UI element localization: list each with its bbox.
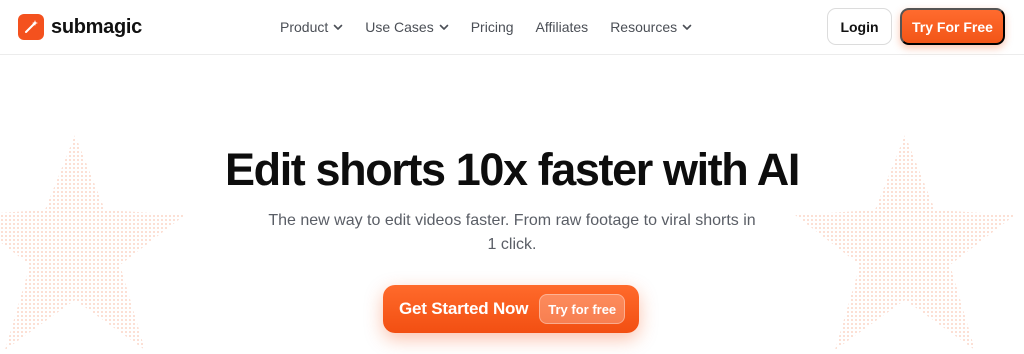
brand-logo[interactable]: submagic <box>18 14 142 40</box>
nav-item-label: Pricing <box>470 19 514 35</box>
magic-wand-icon <box>18 14 44 40</box>
nav-item-pricing[interactable]: Pricing <box>471 19 514 35</box>
nav-item-affiliates[interactable]: Affiliates <box>536 19 589 35</box>
nav-item-label: Affiliates <box>535 19 589 35</box>
login-button[interactable]: Login <box>827 8 892 45</box>
try-free-badge: Try for free <box>539 294 626 324</box>
try-for-free-button[interactable]: Try For Free <box>900 8 1005 45</box>
nav-item-label: Use Cases <box>365 19 434 35</box>
main-menu: Product Use Cases Pricing Affiliates Res… <box>280 0 714 54</box>
hero-subtitle: The new way to edit videos faster. From … <box>268 212 756 253</box>
cta-label: Get Started Now <box>399 299 529 318</box>
top-navbar: submagic Product Use Cases Pricing Affil… <box>0 0 1024 55</box>
nav-item-label: Resources <box>610 19 678 35</box>
nav-item-product[interactable]: Product <box>280 19 343 35</box>
chevron-down-icon <box>333 22 343 32</box>
brand-name: submagic <box>51 15 142 38</box>
nav-item-use-cases[interactable]: Use Cases <box>365 19 449 35</box>
hero-title: Edit shorts 10x faster with AI <box>225 144 800 195</box>
nav-item-resources[interactable]: Resources <box>610 19 692 35</box>
nav-item-label: Product <box>280 19 329 35</box>
landing-page: submagic Product Use Cases Pricing Affil… <box>0 0 1024 354</box>
chevron-down-icon <box>682 22 692 32</box>
get-started-button[interactable]: Get Started Now Try for free <box>383 285 639 333</box>
chevron-down-icon <box>439 22 449 32</box>
